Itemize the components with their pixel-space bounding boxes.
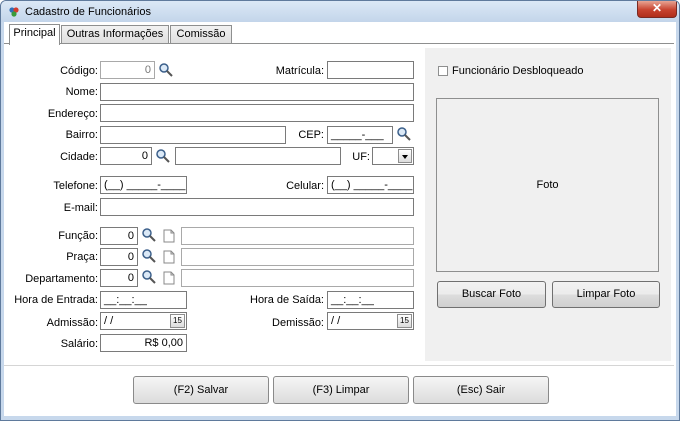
hora-saida-field[interactable]: __:__:__: [327, 291, 414, 309]
nome-label: Nome:: [65, 86, 98, 98]
admissao-date-picker[interactable]: / / 15: [100, 312, 187, 330]
cidade-code-field[interactable]: 0: [100, 147, 152, 165]
salario-label: Salário:: [60, 338, 98, 350]
chevron-down-icon[interactable]: [398, 149, 412, 163]
celular-label: Celular:: [286, 180, 324, 192]
telefone-field[interactable]: (__) _____-____: [100, 176, 187, 194]
tab-outras-informacoes[interactable]: Outras Informações: [61, 25, 169, 44]
cep-field[interactable]: _____-___: [327, 126, 393, 144]
telefone-label: Telefone:: [53, 180, 98, 192]
celular-field[interactable]: (__) _____-____: [327, 176, 414, 194]
funcao-name-field[interactable]: [181, 227, 414, 245]
matricula-label: Matrícula:: [275, 65, 324, 77]
tab-label: Principal: [13, 27, 56, 39]
codigo-label: Código:: [60, 65, 98, 77]
cep-label: CEP:: [298, 129, 324, 141]
app-icon: [9, 7, 19, 17]
praca-label: Praça:: [66, 251, 98, 263]
document-icon[interactable]: [163, 250, 175, 264]
bairro-field[interactable]: [100, 126, 286, 144]
hora-entrada-field[interactable]: __:__:__: [100, 291, 187, 309]
bairro-label: Bairro:: [65, 129, 98, 141]
demissao-label: Demissão:: [272, 317, 324, 329]
funcao-label: Função:: [58, 230, 98, 242]
codigo-field[interactable]: 0: [100, 61, 155, 79]
funcao-code-field[interactable]: 0: [100, 227, 138, 245]
tab-label: Outras Informações: [66, 28, 164, 40]
praca-code-field[interactable]: 0: [100, 248, 138, 266]
departamento-name-field[interactable]: [181, 269, 414, 287]
calendar-icon[interactable]: 15: [170, 314, 185, 328]
salvar-button[interactable]: (F2) Salvar: [133, 376, 269, 404]
hora-saida-label: Hora de Saída:: [250, 294, 324, 306]
buscar-foto-button[interactable]: Buscar Foto: [437, 281, 546, 308]
search-icon[interactable]: [158, 62, 174, 78]
hora-entrada-label: Hora de Entrada:: [14, 294, 98, 306]
close-button[interactable]: ✕: [637, 1, 677, 18]
search-icon[interactable]: [141, 269, 157, 285]
salario-field[interactable]: R$ 0,00: [100, 334, 187, 352]
matricula-field[interactable]: [327, 61, 414, 79]
email-field[interactable]: [100, 198, 414, 216]
client-area: Principal Outras Informações Comissão Có…: [4, 22, 676, 416]
limpar-foto-button[interactable]: Limpar Foto: [552, 281, 660, 308]
photo-placeholder-label: Foto: [536, 179, 559, 191]
cidade-label: Cidade:: [60, 151, 98, 163]
cidade-name-field[interactable]: [175, 147, 341, 165]
search-icon[interactable]: [155, 148, 171, 164]
window-title: Cadastro de Funcionários: [25, 6, 151, 18]
admissao-label: Admissão:: [46, 317, 98, 329]
document-icon[interactable]: [163, 229, 175, 243]
tab-divider: [4, 43, 674, 44]
search-icon[interactable]: [141, 248, 157, 264]
search-icon[interactable]: [141, 227, 157, 243]
demissao-date-picker[interactable]: / / 15: [327, 312, 414, 330]
tab-principal[interactable]: Principal: [9, 24, 60, 45]
praca-name-field[interactable]: [181, 248, 414, 266]
email-label: E-mail:: [63, 202, 98, 214]
nome-field[interactable]: [100, 83, 414, 101]
limpar-button[interactable]: (F3) Limpar: [273, 376, 409, 404]
uf-select[interactable]: [372, 147, 414, 165]
photo-box: Foto: [436, 98, 659, 272]
tab-comissao[interactable]: Comissão: [170, 25, 232, 44]
demissao-value: / /: [331, 315, 341, 327]
close-icon: ✕: [651, 1, 663, 15]
endereco-field[interactable]: [100, 104, 414, 122]
document-icon[interactable]: [163, 271, 175, 285]
admissao-value: / /: [104, 315, 114, 327]
calendar-icon[interactable]: 15: [397, 314, 412, 328]
sair-button[interactable]: (Esc) Sair: [413, 376, 549, 404]
endereco-label: Endereço:: [47, 108, 98, 120]
search-icon[interactable]: [396, 126, 412, 142]
tab-label: Comissão: [176, 28, 226, 40]
title-bar[interactable]: Cadastro de Funcionários ✕: [1, 1, 679, 22]
uf-label: UF:: [352, 151, 370, 163]
window: Cadastro de Funcionários ✕ Principal Out…: [0, 0, 680, 421]
desbloqueado-checkbox[interactable]: [438, 66, 448, 76]
desbloqueado-label: Funcionário Desbloqueado: [452, 65, 584, 77]
departamento-label: Departamento:: [25, 273, 98, 285]
footer-divider: [4, 365, 674, 366]
departamento-code-field[interactable]: 0: [100, 269, 138, 287]
